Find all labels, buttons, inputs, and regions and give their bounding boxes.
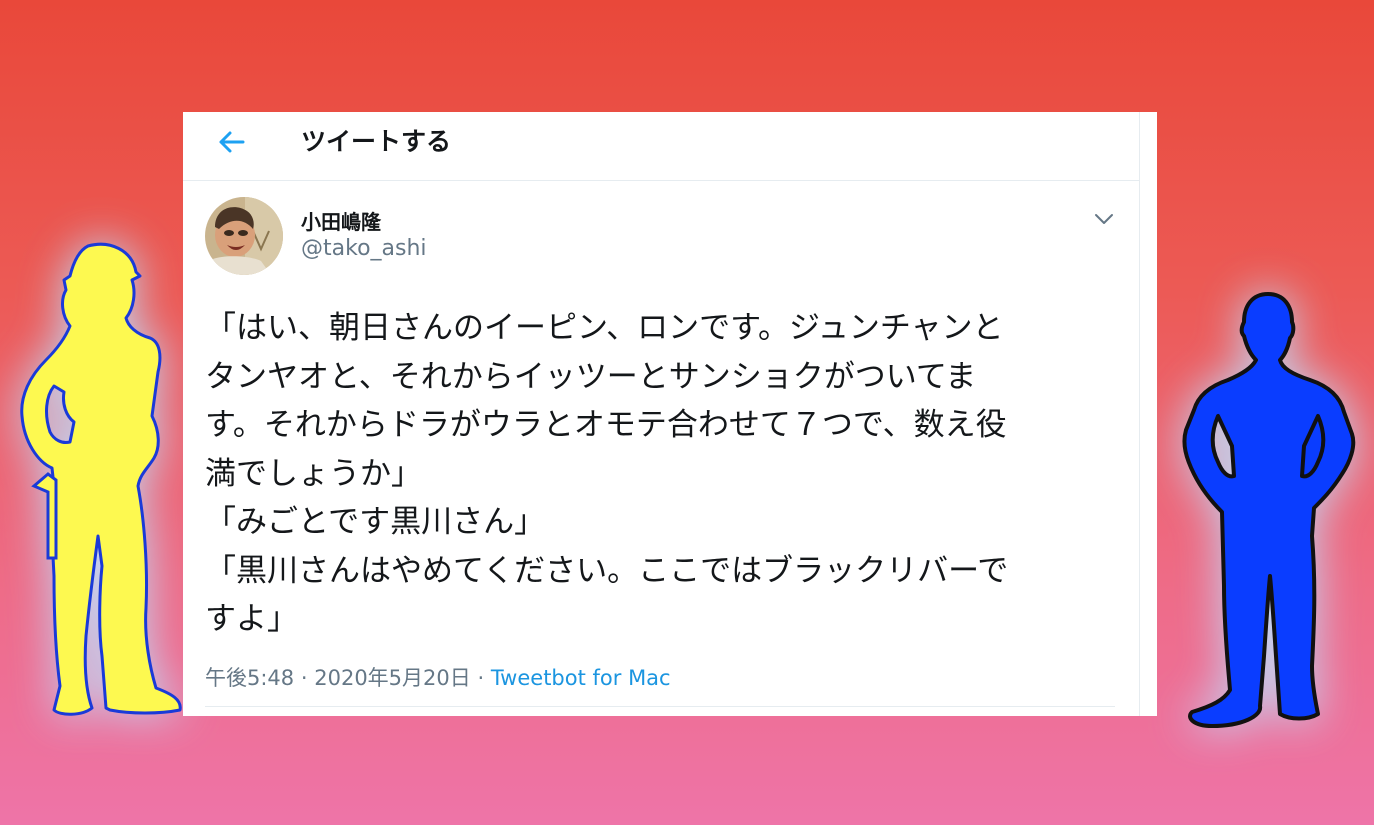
man-silhouette-icon (1172, 286, 1364, 732)
avatar[interactable] (205, 197, 283, 275)
tweet-menu-button[interactable] (1089, 204, 1119, 234)
tweet-text-line: す。それからドラがウラとオモテ合わせて７つで、数え役 (205, 407, 1007, 443)
tweet-text-line: 「みごとです黒川さん」 (205, 504, 546, 540)
page-title: ツイートする (301, 127, 452, 156)
column-divider (1139, 112, 1140, 716)
divider (205, 706, 1115, 707)
tweet-text-line: 「黒川さんはやめてください。ここではブラックリバーで (205, 552, 1009, 589)
page-header: ツイートする (183, 112, 1139, 181)
author-name[interactable]: 小田嶋隆 (301, 206, 381, 235)
author-handle[interactable]: @tako_ashi (301, 236, 427, 261)
tweet-metadata: 午後5:48 · 2020年5月20日 · Tweetbot for Mac (205, 662, 671, 692)
tweet-text-line: 「はい、朝日さんのイーピン、ロンです。ジュンチャンと (205, 310, 1004, 346)
tweet-text-line: 満でしょうか」 (205, 455, 422, 492)
worker-silhouette-icon (10, 236, 188, 720)
meta-separator: · (477, 666, 485, 690)
back-button[interactable] (211, 122, 251, 162)
tweet-text: 「はい、朝日さんのイーピン、ロンです。ジュンチャンと タンヤオと、それからイッツ… (205, 304, 1105, 644)
chevron-down-icon (1095, 214, 1113, 224)
tweet-time[interactable]: 午後5:48 (205, 666, 294, 690)
tweet-text-line: タンヤオと、それからイッツーとサンショクがついてま (205, 358, 977, 395)
arrow-left-icon (219, 131, 245, 153)
tweet-text-line: すよ」 (205, 601, 298, 637)
tweet-card: ツイートする 小田嶋隆 @tako_ashi 「はい、朝日さんのイーピン、ロンで… (183, 112, 1157, 716)
tweet-date[interactable]: 2020年5月20日 (314, 666, 471, 690)
tweet-source-link[interactable]: Tweetbot for Mac (491, 666, 671, 690)
meta-separator: · (300, 666, 308, 690)
